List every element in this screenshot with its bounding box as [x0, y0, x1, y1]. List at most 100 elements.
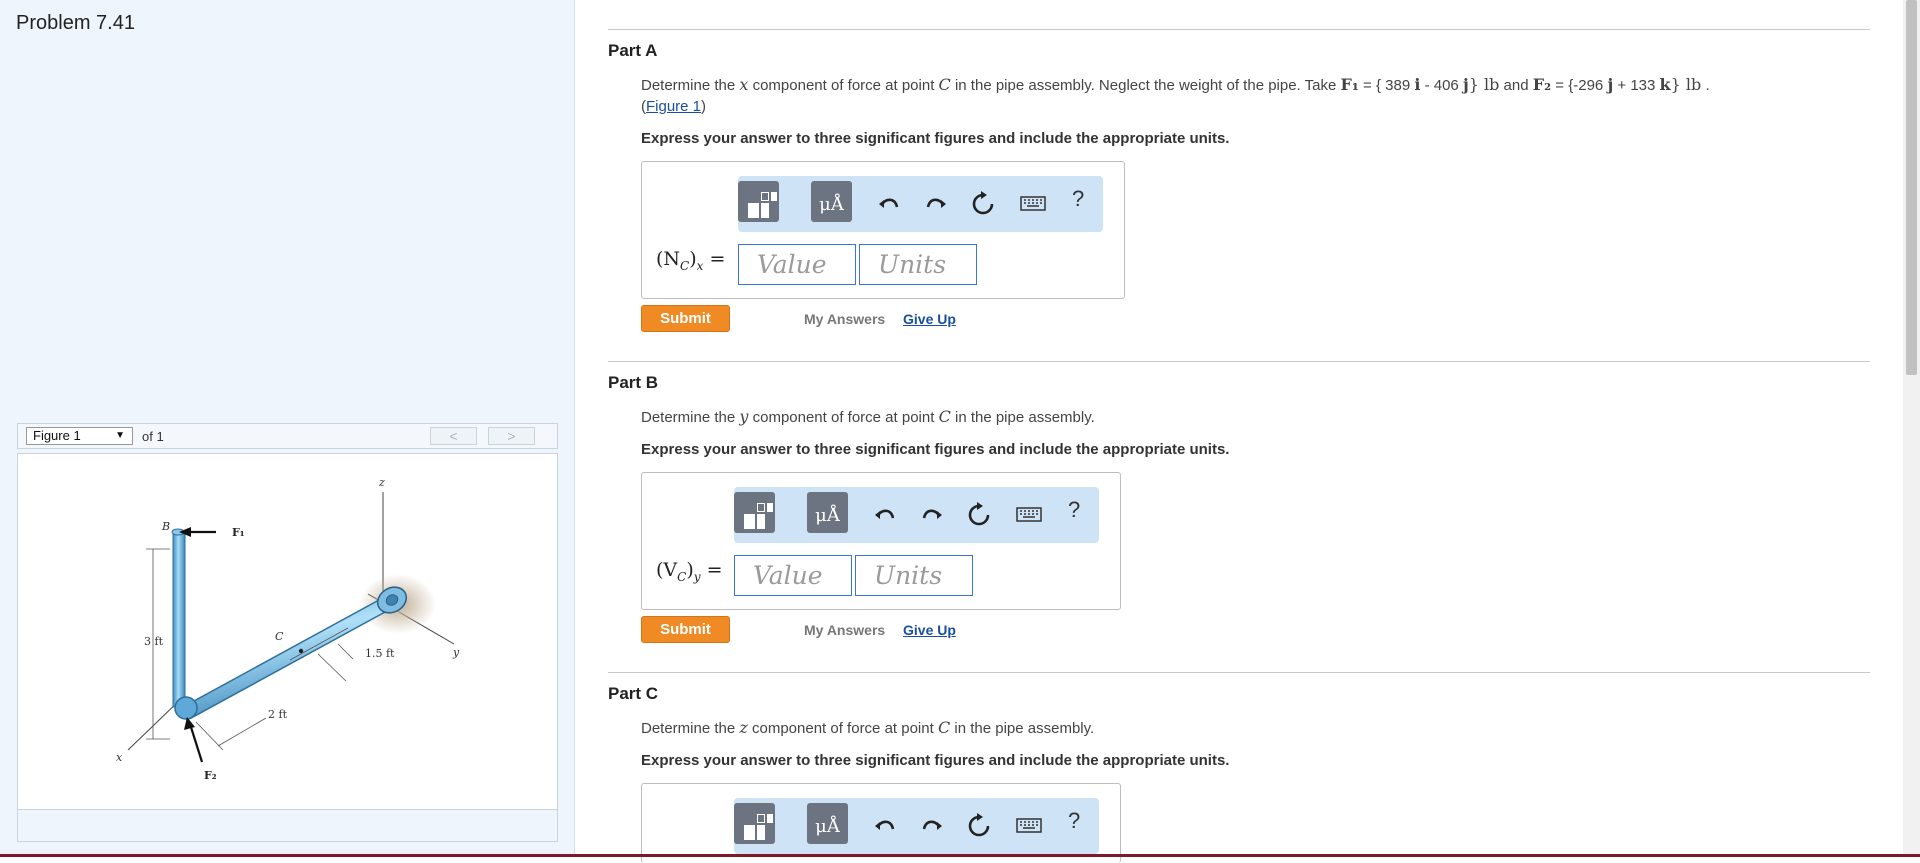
part-c-toolbar: μÅ ?: [734, 798, 1099, 854]
label-b: B: [161, 520, 170, 533]
label-sub: C: [680, 258, 690, 273]
pipe-assembly-figure: z y x B C F₁ F₂ 3 ft 2 ft 1.5 ft: [116, 476, 460, 782]
units-icon-label: μÅ: [819, 194, 844, 215]
q-text: Determine the: [641, 409, 740, 426]
part-b-divider: [608, 361, 1870, 362]
units-icon[interactable]: μÅ: [807, 492, 848, 533]
dimension-2ft: [217, 717, 267, 747]
part-a-value-input[interactable]: Value: [738, 244, 856, 285]
label-x: x: [116, 751, 123, 764]
left-pane: Problem 7.41 Figure 1 ▼ of 1 < > z y x B…: [0, 0, 575, 857]
point-c-marker: [298, 648, 304, 654]
undo-icon[interactable]: [871, 499, 901, 529]
units-icon[interactable]: μÅ: [807, 803, 848, 844]
q-point: C: [937, 718, 951, 737]
part-c-question: Determine the z component of force at po…: [641, 717, 1094, 739]
label-3ft: 3 ft: [144, 635, 164, 648]
part-a-title: Part A: [608, 41, 658, 60]
scrollbar-thumb[interactable]: [1906, 0, 1917, 375]
figure-count: of 1: [142, 429, 164, 444]
part-a-instruction: Express your answer to three significant…: [641, 130, 1230, 147]
units-icon[interactable]: μÅ: [811, 181, 852, 222]
reset-icon[interactable]: [964, 499, 994, 529]
part-a-answer-label: (NC)x =: [656, 248, 725, 273]
undo-icon[interactable]: [875, 188, 905, 218]
keyboard-icon[interactable]: [1014, 810, 1044, 840]
undo-icon[interactable]: [871, 810, 901, 840]
f1-symbol: F₁: [1340, 75, 1359, 94]
reset-icon[interactable]: [964, 810, 994, 840]
units-icon-label: μÅ: [815, 816, 840, 837]
force-f2-arrow: [188, 723, 204, 763]
part-c-answer-box: μÅ ?: [641, 783, 1121, 863]
figure-1-link[interactable]: Figure 1: [646, 98, 701, 115]
templates-icon[interactable]: [734, 803, 775, 844]
q-text: = {: [1551, 77, 1574, 94]
q-text: in the pipe assembly.: [950, 409, 1095, 426]
templates-icon[interactable]: [734, 492, 775, 533]
redo-icon[interactable]: [916, 499, 946, 529]
part-b-submit-button[interactable]: Submit: [641, 616, 730, 643]
redo-icon[interactable]: [916, 810, 946, 840]
q-text: }: [1468, 75, 1479, 94]
label-text: =: [700, 559, 723, 581]
q-text: Determine the: [641, 720, 740, 737]
f2-symbol: F₂: [1532, 75, 1552, 94]
part-b-answer-box: μÅ ? (VC)y = Value Units: [641, 472, 1121, 610]
label-f2: F₂: [204, 769, 217, 782]
page-scrollbar[interactable]: [1903, 0, 1920, 857]
part-b-units-input[interactable]: Units: [855, 555, 973, 596]
q-text: component of force at point: [748, 409, 939, 426]
label-text: (V: [656, 559, 678, 581]
part-a-toolbar: μÅ ?: [738, 176, 1103, 232]
f1-i-value: 389: [1385, 77, 1415, 94]
label-sub: C: [677, 569, 687, 584]
help-icon[interactable]: ?: [1068, 808, 1080, 834]
figure-select[interactable]: Figure 1 ▼: [26, 427, 133, 445]
figure-select-value: Figure 1: [33, 428, 81, 443]
part-a-units-input[interactable]: Units: [859, 244, 977, 285]
templates-icon[interactable]: [738, 181, 779, 222]
pipe-vertical: [172, 531, 186, 708]
label-c: C: [275, 630, 284, 643]
figure-prev-button[interactable]: <: [430, 427, 477, 445]
q-text: }: [1670, 75, 1681, 94]
unit-k: k: [1659, 75, 1671, 94]
label-text: =: [703, 248, 726, 270]
redo-icon[interactable]: [920, 188, 950, 218]
part-a-my-answers[interactable]: My Answers: [804, 311, 885, 327]
keyboard-icon[interactable]: [1018, 188, 1048, 218]
pipe-elbow: [174, 696, 198, 720]
label-2ft: 2 ft: [268, 708, 288, 721]
part-b-value-input[interactable]: Value: [734, 555, 852, 596]
problem-title: Problem 7.41: [16, 12, 135, 34]
f2-j-value: -296: [1573, 77, 1608, 94]
help-icon[interactable]: ?: [1072, 186, 1084, 212]
q-text: in the pipe assembly.: [950, 720, 1095, 737]
f2-k-value: + 133: [1613, 77, 1660, 94]
part-b-give-up-link[interactable]: Give Up: [903, 622, 956, 638]
part-b-answer-label: (VC)y =: [656, 559, 723, 584]
part-a-give-up-link[interactable]: Give Up: [903, 311, 956, 327]
part-b-instruction: Express your answer to three significant…: [641, 441, 1230, 458]
label-sub: y: [693, 569, 701, 584]
q-text: Determine the: [641, 77, 740, 94]
help-icon[interactable]: ?: [1068, 497, 1080, 523]
f1-j-value: - 406: [1420, 77, 1463, 94]
figure-footer: [17, 810, 558, 842]
keyboard-icon[interactable]: [1014, 499, 1044, 529]
figure-next-button[interactable]: >: [488, 427, 535, 445]
figure-frame: z y x B C F₁ F₂ 3 ft 2 ft 1.5 ft: [17, 453, 558, 810]
part-b-question: Determine the y component of force at po…: [641, 406, 1095, 428]
q-text: ): [701, 98, 707, 115]
pipe-horizontal: [182, 594, 399, 718]
label-text: ): [686, 559, 694, 581]
reset-icon[interactable]: [968, 188, 998, 218]
part-b-my-answers[interactable]: My Answers: [804, 622, 885, 638]
q-point: C: [938, 75, 951, 94]
q-text: and: [1499, 77, 1533, 94]
part-a-divider: [608, 29, 1870, 30]
part-a-submit-button[interactable]: Submit: [641, 305, 730, 332]
label-text: ): [689, 248, 697, 270]
q-text: .: [1701, 77, 1710, 94]
